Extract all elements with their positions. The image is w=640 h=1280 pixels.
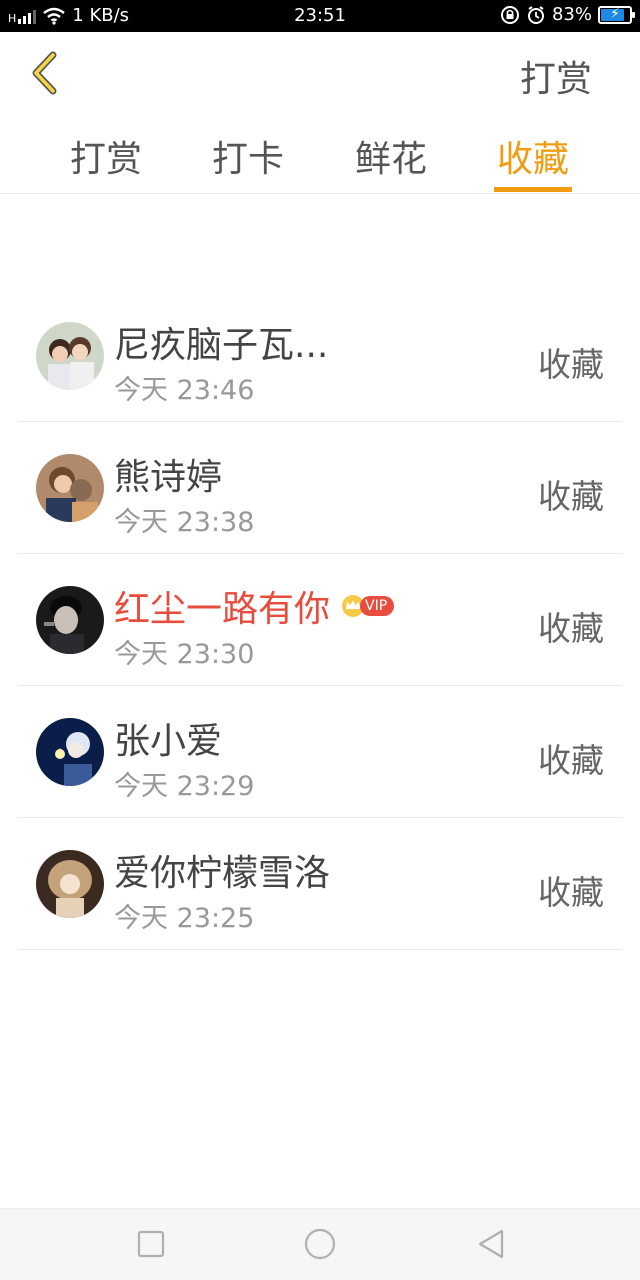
- list-item[interactable]: 尼疚脑子瓦... 今天 23:46 收藏: [18, 290, 622, 422]
- action-label: 收藏: [538, 741, 604, 780]
- timestamp: 今天 23:25: [114, 903, 255, 934]
- list-item[interactable]: 熊诗婷 今天 23:38 收藏: [18, 422, 622, 554]
- avatar[interactable]: [36, 322, 104, 390]
- action-label: 收藏: [538, 477, 604, 516]
- back-button[interactable]: [24, 50, 64, 96]
- favorites-list: 尼疚脑子瓦... 今天 23:46 收藏 熊诗婷 今天 23:38 收藏 红尘一…: [18, 290, 622, 950]
- tab-label: 收藏: [496, 139, 569, 180]
- alarm-icon: [527, 5, 544, 24]
- battery-percent: 83%: [551, 4, 592, 25]
- back-icon: [478, 1229, 504, 1259]
- back-nav-button[interactable]: [474, 1227, 508, 1261]
- avatar[interactable]: [36, 850, 104, 918]
- home-icon: [304, 1228, 336, 1260]
- status-bar: H 1 KB/s 23:51 83% ⚡: [0, 0, 640, 32]
- vip-label: VIP: [360, 596, 395, 616]
- list-item[interactable]: 张小爱 今天 23:29 收藏: [18, 686, 622, 818]
- recent-apps-button[interactable]: [134, 1227, 168, 1261]
- list-item[interactable]: 红尘一路有你 VIP 今天 23:30 收藏: [18, 554, 622, 686]
- user-name[interactable]: 熊诗婷: [114, 448, 222, 500]
- chevron-left-icon: [32, 51, 57, 95]
- vip-badge: VIP: [340, 594, 395, 618]
- header-reward-button[interactable]: 打赏: [520, 50, 592, 102]
- avatar[interactable]: [36, 586, 104, 654]
- user-name[interactable]: 爱你柠檬雪洛: [114, 844, 330, 896]
- tab-reward[interactable]: 打赏: [46, 130, 166, 192]
- timestamp: 今天 23:29: [114, 771, 255, 802]
- lock-rotation-icon: [500, 5, 519, 24]
- tab-checkin[interactable]: 打卡: [188, 130, 308, 192]
- tab-bar: 打赏 打卡 鲜花 收藏: [0, 122, 640, 194]
- battery-icon: ⚡: [598, 5, 635, 24]
- tab-label: 打赏: [69, 139, 142, 180]
- home-button[interactable]: [303, 1227, 337, 1261]
- avatar[interactable]: [36, 454, 104, 522]
- user-name[interactable]: 张小爱: [114, 712, 222, 764]
- tab-label: 鲜花: [354, 139, 427, 180]
- action-label: 收藏: [538, 609, 604, 648]
- avatar[interactable]: [36, 718, 104, 786]
- action-label: 收藏: [538, 873, 604, 912]
- timestamp: 今天 23:46: [114, 375, 255, 406]
- tab-underline: [494, 187, 572, 192]
- tab-label: 打卡: [211, 139, 284, 180]
- action-label: 收藏: [538, 345, 604, 384]
- user-name[interactable]: 红尘一路有你: [114, 580, 330, 632]
- timestamp: 今天 23:30: [114, 639, 255, 670]
- timestamp: 今天 23:38: [114, 507, 255, 538]
- list-item[interactable]: 爱你柠檬雪洛 今天 23:25 收藏: [18, 818, 622, 950]
- tab-flowers[interactable]: 鲜花: [331, 130, 451, 192]
- recent-apps-icon: [137, 1230, 165, 1258]
- tab-favorites[interactable]: 收藏: [473, 130, 593, 192]
- status-right: 83% ⚡: [500, 4, 635, 25]
- user-name[interactable]: 尼疚脑子瓦...: [114, 316, 328, 368]
- system-nav-bar: [0, 1208, 640, 1280]
- charging-bolt-icon: ⚡: [610, 5, 620, 22]
